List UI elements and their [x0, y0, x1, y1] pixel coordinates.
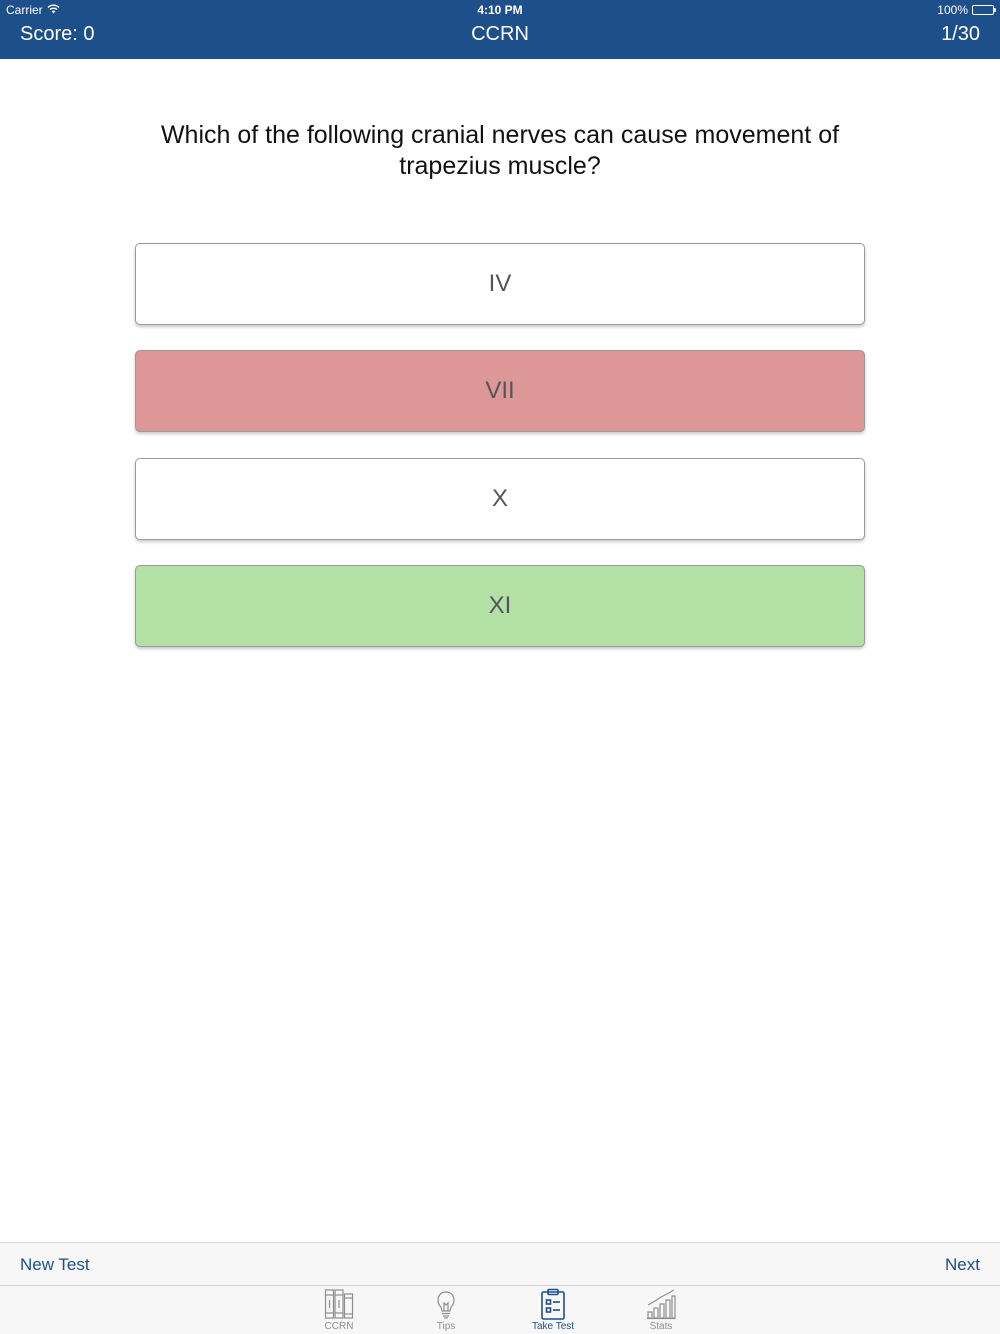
tab-tips[interactable]: Tips: [406, 1288, 486, 1334]
new-test-button[interactable]: New Test: [20, 1255, 90, 1275]
nav-bar: Score: 0 CCRN 1/30: [0, 20, 1000, 59]
tab-label: CCRN: [325, 1321, 354, 1332]
question-progress: 1/30: [941, 23, 980, 46]
tab-label: Take Test: [532, 1321, 574, 1332]
battery-info: 100%: [937, 3, 994, 17]
tab-take-test[interactable]: Take Test: [513, 1288, 593, 1334]
status-bar: Carrier 4:10 PM 100%: [0, 0, 1000, 20]
answer-label: VII: [485, 377, 514, 405]
tab-bar: CCRN Tips: [0, 1285, 1000, 1334]
answer-option-iv[interactable]: IV: [135, 243, 865, 325]
battery-icon: [972, 5, 994, 15]
tab-ccrn[interactable]: CCRN: [299, 1288, 379, 1334]
battery-percent: 100%: [937, 3, 968, 17]
answer-label: XI: [489, 592, 512, 620]
answer-option-xi[interactable]: XI: [135, 565, 865, 647]
tab-stats[interactable]: Stats: [621, 1288, 701, 1334]
tab-label: Tips: [437, 1321, 456, 1332]
books-icon: [324, 1288, 354, 1320]
answer-option-x[interactable]: X: [135, 458, 865, 540]
bar-chart-icon: [646, 1288, 676, 1320]
question-text: Which of the following cranial nerves ca…: [140, 120, 860, 182]
tab-label: Stats: [650, 1321, 673, 1332]
lightbulb-icon: [431, 1288, 461, 1320]
clipboard-icon: [538, 1288, 568, 1320]
bottom-toolbar: New Test Next: [0, 1242, 1000, 1285]
answer-label: IV: [489, 270, 512, 298]
answer-option-vii[interactable]: VII: [135, 350, 865, 432]
answer-label: X: [492, 485, 508, 513]
nav-title: CCRN: [0, 23, 1000, 46]
next-button[interactable]: Next: [945, 1255, 980, 1275]
status-time: 4:10 PM: [0, 3, 1000, 17]
